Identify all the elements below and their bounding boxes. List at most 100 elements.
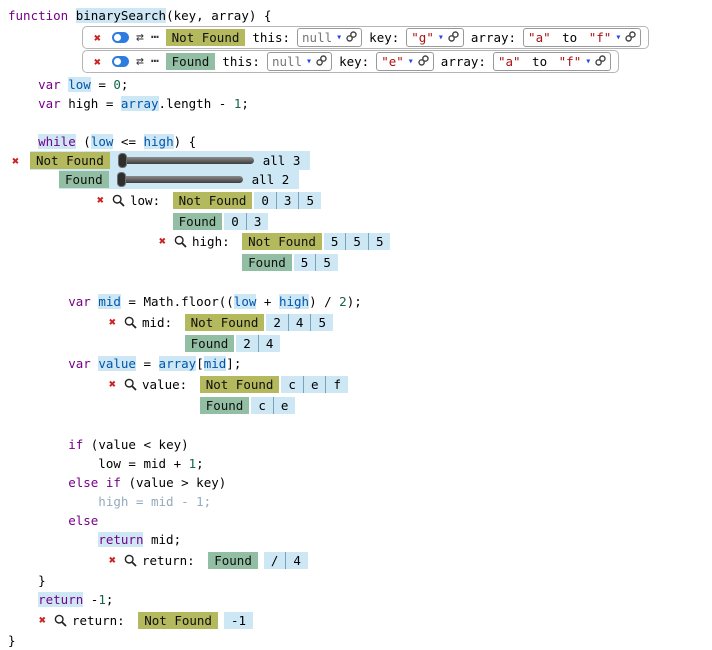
key-value-dropdown[interactable]: "g" ▾ xyxy=(406,28,464,47)
blank-line xyxy=(0,416,712,435)
magnifier-icon[interactable] xyxy=(112,194,126,207)
delete-probe-icon[interactable]: ✖ xyxy=(105,554,120,566)
chevron-down-icon[interactable]: ▾ xyxy=(306,57,312,67)
array-label: array: xyxy=(471,30,516,45)
delete-probe-icon[interactable]: ✖ xyxy=(12,155,30,167)
magnifier-icon[interactable] xyxy=(124,378,138,391)
more-options-icon[interactable]: ⋯ xyxy=(151,31,159,44)
code-token: (value > key) xyxy=(121,475,226,490)
probed-identifier[interactable]: value xyxy=(98,356,136,371)
found-badge: Found xyxy=(208,552,258,569)
link-icon[interactable] xyxy=(595,54,606,69)
probe-value: 0 xyxy=(254,192,276,209)
probe-value: 3 xyxy=(246,213,269,230)
chevron-down-icon[interactable]: ▾ xyxy=(408,57,414,67)
probed-identifier[interactable]: mid xyxy=(204,356,227,371)
probed-identifier[interactable]: array xyxy=(159,356,197,371)
magnifier-icon[interactable] xyxy=(54,614,68,627)
array-value-dropdown[interactable]: "a" to "f"▾ xyxy=(523,28,641,47)
this-value-dropdown[interactable]: null▾ xyxy=(297,28,362,47)
code-token: "g" xyxy=(411,30,434,45)
probed-identifier[interactable]: array xyxy=(121,96,159,111)
key-value-dropdown[interactable]: "e"▾ xyxy=(376,52,434,71)
found-badge: Found xyxy=(59,171,109,188)
magnifier-icon[interactable] xyxy=(124,554,138,567)
chevron-down-icon[interactable]: ▾ xyxy=(585,57,591,67)
chevron-down-icon[interactable]: ▾ xyxy=(438,33,444,43)
probe-label: low: xyxy=(130,193,168,208)
code-token: mid; xyxy=(143,532,181,547)
code-token: low = mid + xyxy=(8,456,189,471)
slider-range-label: all 2 xyxy=(252,172,290,187)
swap-arrows-icon[interactable]: ⇄ xyxy=(136,55,144,68)
link-icon[interactable] xyxy=(448,30,459,45)
link-icon[interactable] xyxy=(625,30,636,45)
delete-probe-icon[interactable]: ✖ xyxy=(105,316,120,328)
delete-probe-icon[interactable]: ✖ xyxy=(90,32,105,44)
delete-probe-icon[interactable]: ✖ xyxy=(155,235,170,247)
link-icon[interactable] xyxy=(418,54,429,69)
code-token: to xyxy=(555,30,585,45)
iteration-slider[interactable] xyxy=(118,176,243,183)
code-token xyxy=(8,134,38,149)
probe-value: f xyxy=(325,376,348,393)
toggle-icon[interactable] xyxy=(112,32,129,43)
code-token: ; xyxy=(241,96,249,111)
chevron-down-icon[interactable]: ▾ xyxy=(336,33,342,43)
slider-thumb-icon[interactable] xyxy=(117,172,126,187)
magnifier-icon[interactable] xyxy=(174,235,188,248)
probe-value: 5 xyxy=(345,233,368,250)
delete-probe-icon[interactable]: ✖ xyxy=(93,194,108,206)
probed-identifier[interactable]: mid xyxy=(98,294,121,309)
probed-identifier[interactable]: low xyxy=(91,134,114,149)
binary-search-live-editor: function binarySearch(key, array) {✖⇄⋯No… xyxy=(0,0,712,650)
probed-identifier[interactable]: low xyxy=(68,77,91,92)
not-found-badge: Not Found xyxy=(242,233,322,250)
code-token xyxy=(8,592,38,607)
probe-values: 55 xyxy=(294,254,338,271)
code-line: else xyxy=(0,511,712,530)
magnifier-icon[interactable] xyxy=(124,316,138,329)
code-token: "a" xyxy=(498,54,521,69)
code-token: ) { xyxy=(174,134,197,149)
iteration-slider[interactable] xyxy=(119,157,254,164)
code-token: (value < key) xyxy=(83,437,188,452)
found-badge: Found xyxy=(166,53,216,70)
probed-identifier[interactable]: high xyxy=(279,294,309,309)
probe-row-found: Foundce xyxy=(200,396,348,414)
not-found-badge: Not Found xyxy=(30,152,110,169)
probe-value: 2 xyxy=(266,314,288,331)
array-value-dropdown[interactable]: "a" to "f"▾ xyxy=(493,52,611,71)
probed-identifier[interactable]: high xyxy=(144,134,174,149)
delete-probe-icon[interactable]: ✖ xyxy=(105,378,120,390)
delete-probe-icon[interactable]: ✖ xyxy=(90,56,105,68)
slider-strip: Not Foundall 3 xyxy=(30,151,310,170)
probe-label: mid: xyxy=(142,315,180,330)
code-token: "f" xyxy=(559,54,582,69)
code-token xyxy=(8,356,68,371)
code-token: = Math.floor(( xyxy=(121,294,234,309)
this-value-dropdown[interactable]: null▾ xyxy=(267,52,332,71)
probed-identifier[interactable]: while xyxy=(38,134,76,149)
toggle-icon[interactable] xyxy=(112,56,129,67)
chevron-down-icon[interactable]: ▾ xyxy=(615,33,621,43)
link-icon[interactable] xyxy=(346,30,357,45)
probed-identifier[interactable]: return xyxy=(38,592,83,607)
iteration-slider-row: Found all 2 xyxy=(59,170,712,189)
probed-identifier[interactable]: binarySearch xyxy=(76,8,166,23)
code-token xyxy=(8,437,68,452)
probed-identifier[interactable]: return xyxy=(98,532,143,547)
probed-identifier[interactable]: low xyxy=(234,294,257,309)
probe-row-found: Found55 xyxy=(242,253,390,271)
delete-probe-icon[interactable]: ✖ xyxy=(35,614,50,626)
code-line: return mid; xyxy=(0,530,712,549)
more-options-icon[interactable]: ⋯ xyxy=(151,55,159,68)
slider-thumb-icon[interactable] xyxy=(118,153,127,168)
swap-arrows-icon[interactable]: ⇄ xyxy=(136,31,144,44)
link-icon[interactable] xyxy=(316,54,327,69)
code-token: 0 xyxy=(113,77,121,92)
code-token: else xyxy=(68,475,98,490)
code-token xyxy=(8,475,68,490)
array-label: array: xyxy=(441,54,486,69)
code-token: = xyxy=(136,356,159,371)
